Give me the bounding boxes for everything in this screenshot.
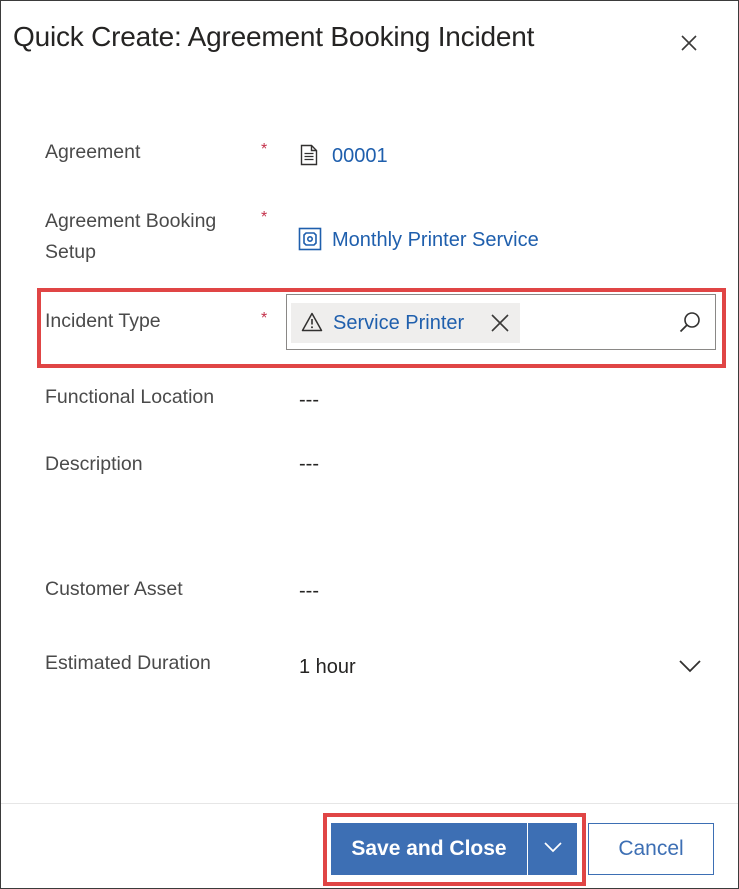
functional-location-value[interactable]: --- <box>299 389 319 412</box>
description-value[interactable]: --- <box>299 453 319 476</box>
cancel-button[interactable]: Cancel <box>588 823 714 875</box>
search-icon[interactable] <box>678 310 702 339</box>
booking-setup-label-line2: Setup <box>45 241 96 263</box>
customer-asset-value[interactable]: --- <box>299 580 319 603</box>
required-marker: * <box>261 141 268 158</box>
save-options-button[interactable] <box>528 823 577 875</box>
booking-setup-label-line1: Agreement Booking <box>45 210 217 232</box>
incident-type-tag[interactable]: Service Printer <box>291 303 520 343</box>
close-icon[interactable] <box>675 29 703 57</box>
chevron-down-icon[interactable] <box>678 656 702 681</box>
customer-asset-label: Customer Asset <box>45 578 183 600</box>
dialog-title: Quick Create: Agreement Booking Incident <box>13 21 535 52</box>
warning-icon <box>301 312 323 337</box>
required-marker: * <box>261 209 268 226</box>
description-label: Description <box>45 453 143 475</box>
entity-icon <box>298 227 322 256</box>
document-icon <box>300 144 318 171</box>
close-icon[interactable] <box>490 313 510 338</box>
incident-type-label: Incident Type <box>45 310 161 332</box>
incident-type-lookup[interactable]: Service Printer <box>286 294 716 350</box>
required-marker: * <box>261 310 268 327</box>
functional-location-label: Functional Location <box>45 386 215 408</box>
estimated-duration-label: Estimated Duration <box>45 652 211 674</box>
incident-type-value[interactable]: Service Printer <box>333 312 464 335</box>
agreement-link[interactable]: 00001 <box>332 145 388 168</box>
save-and-close-button[interactable]: Save and Close <box>331 823 527 875</box>
agreement-label: Agreement <box>45 141 141 163</box>
estimated-duration-value[interactable]: 1 hour <box>299 656 356 679</box>
quick-create-dialog: Quick Create: Agreement Booking Incident… <box>0 0 739 889</box>
booking-setup-link[interactable]: Monthly Printer Service <box>332 229 539 252</box>
chevron-down-icon <box>543 840 563 859</box>
